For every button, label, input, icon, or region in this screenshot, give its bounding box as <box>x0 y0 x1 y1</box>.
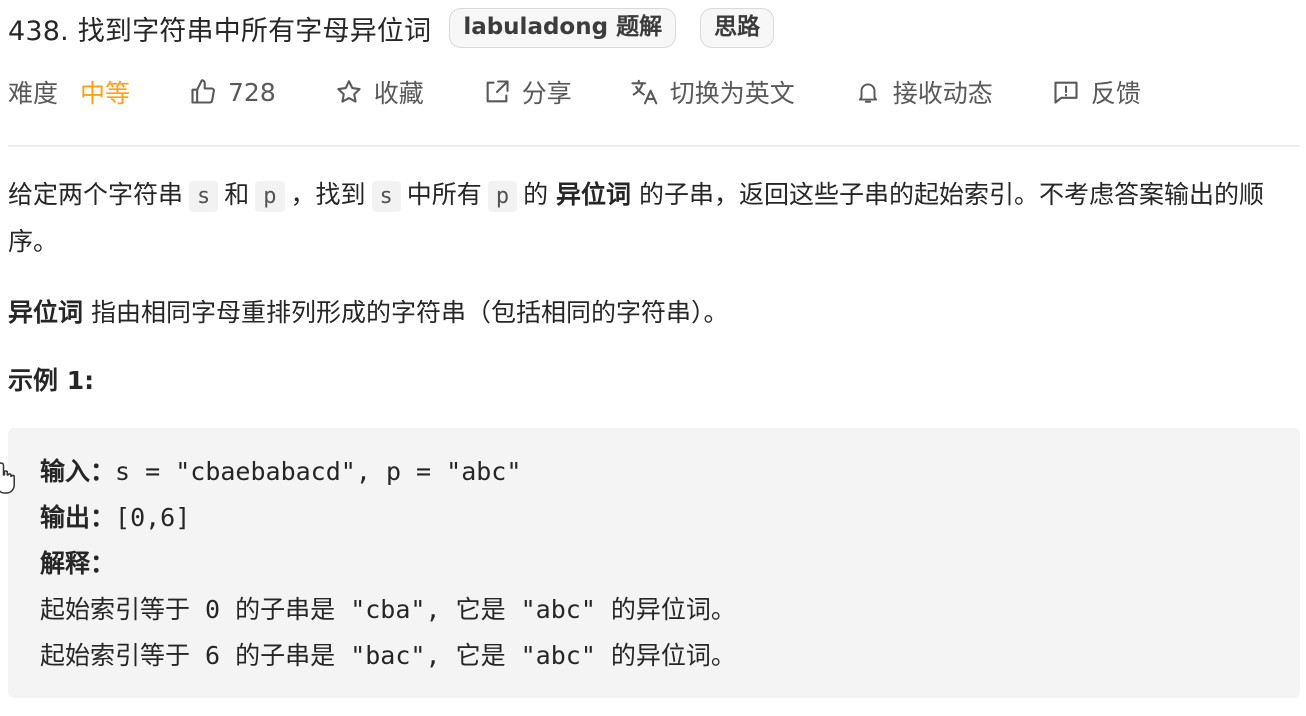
example-code-block: 输入：s = "cbaebabacd", p = "abc" 输出：[0,6] … <box>8 428 1300 698</box>
favorite-label: 收藏 <box>373 79 424 108</box>
meta-row: 难度 中等 728 收藏 分享 切换为英文 接收动态 反馈 <box>8 70 1141 114</box>
example-explain-label: 解释： <box>40 544 115 584</box>
subscribe-label: 接收动态 <box>892 79 993 108</box>
inline-code-p: p <box>487 181 518 212</box>
hand-cursor-icon <box>0 460 20 496</box>
example-title: 示例 1: <box>8 366 95 395</box>
problem-description: 给定两个字符串 s 和 p ，找到 s 中所有 p 的 异位词 的子串，返回这些子串的起始索引。… <box>8 172 1298 264</box>
star-icon <box>334 77 364 107</box>
desc-text: 给定两个字符串 <box>8 180 184 209</box>
share-button[interactable]: 分享 <box>482 74 572 110</box>
desc-text: ，找到 <box>290 180 366 209</box>
example-explain-line-2: 起始索引等于 6 的子串是 "bac", 它是 "abc" 的异位词。 <box>40 641 736 670</box>
switch-language-label: 切换为英文 <box>669 79 795 108</box>
title-row: 438. 找到字符串中所有字母异位词 labuladong 题解 思路 <box>8 6 775 50</box>
input-label: 输入： <box>40 457 116 486</box>
share-icon <box>482 77 512 107</box>
subscribe-button[interactable]: 接收动态 <box>853 74 993 110</box>
tag-labuladong-solution[interactable]: labuladong 题解 <box>449 8 677 48</box>
inline-code-s: s <box>371 181 401 212</box>
inline-code-s: s <box>189 181 219 212</box>
difficulty: 难度 中等 <box>8 74 130 110</box>
translate-icon <box>630 77 660 107</box>
example-output-line: 输出：[0,6] <box>40 498 190 538</box>
difficulty-value: 中等 <box>80 79 131 108</box>
tag-approach[interactable]: 思路 <box>700 8 775 48</box>
feedback-button[interactable]: 反馈 <box>1051 74 1141 110</box>
desc-text: 的 <box>523 180 549 209</box>
difficulty-label: 难度 <box>8 79 59 108</box>
share-label: 分享 <box>521 79 572 108</box>
example-input-line: 输入：s = "cbaebabacd", p = "abc" <box>40 452 521 492</box>
like-count: 728 <box>228 77 276 107</box>
favorite-button[interactable]: 收藏 <box>334 74 424 110</box>
input-value: s = "cbaebabacd", p = "abc" <box>115 457 522 486</box>
bold-term: 异位词 <box>556 180 632 209</box>
inline-code-p: p <box>255 181 285 212</box>
explain-label: 解释： <box>40 549 116 578</box>
output-label: 输出： <box>40 503 116 532</box>
definition-text: 指由相同字母重排列形成的字符串（包括相同的字符串）。 <box>90 298 729 327</box>
thumbs-up-icon <box>188 77 218 107</box>
bell-icon <box>853 77 883 107</box>
problem-title: 438. 找到字符串中所有字母异位词 <box>8 15 432 47</box>
definition-term: 异位词 <box>8 298 84 327</box>
like-button[interactable]: 728 <box>188 77 276 107</box>
desc-text: 中所有 <box>406 180 482 209</box>
desc-text: 和 <box>224 180 250 209</box>
divider <box>8 145 1300 147</box>
switch-language-button[interactable]: 切换为英文 <box>630 74 795 110</box>
definition: 异位词 指由相同字母重排列形成的字符串（包括相同的字符串）。 <box>8 290 728 335</box>
feedback-label: 反馈 <box>1090 79 1141 108</box>
output-value: [0,6] <box>115 503 191 532</box>
example-explain-line-1: 起始索引等于 0 的子串是 "cba", 它是 "abc" 的异位词。 <box>40 595 736 624</box>
feedback-icon <box>1051 77 1081 107</box>
